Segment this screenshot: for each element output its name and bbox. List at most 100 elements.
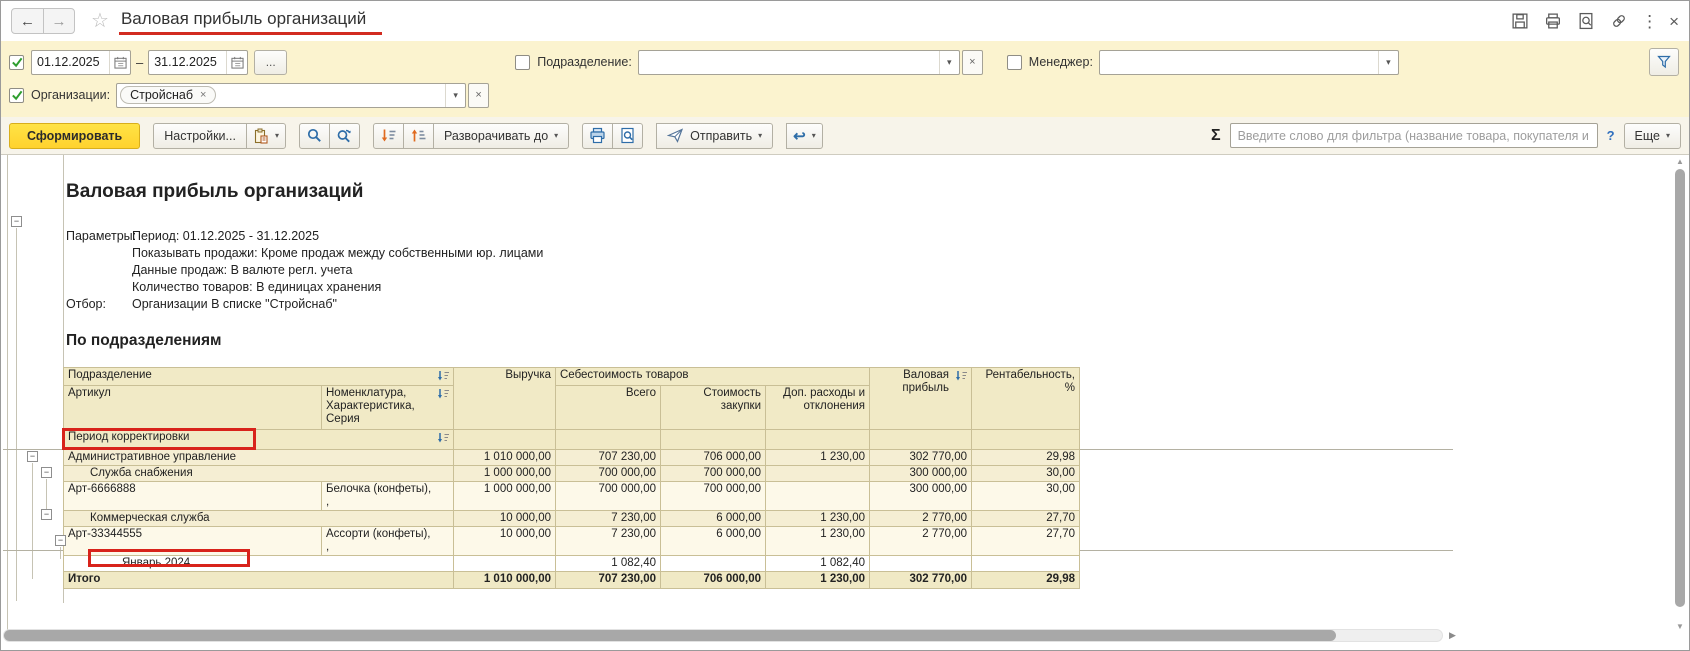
cell-purchase[interactable]: 706 000,00	[661, 572, 766, 589]
quick-filter-input[interactable]	[1230, 123, 1598, 148]
row-article[interactable]: Арт-6666888	[64, 482, 322, 511]
more-menu-icon[interactable]: ⋮	[1641, 13, 1658, 30]
sum-sigma-icon[interactable]: Σ	[1211, 127, 1221, 145]
cell-extra[interactable]	[766, 482, 870, 511]
settings-button[interactable]: Настройки...	[153, 123, 247, 149]
horizontal-scrollbar-thumb[interactable]	[4, 630, 1336, 641]
header-department[interactable]: Подразделение	[64, 368, 454, 386]
total-row[interactable]: Итого 1 010 000,00 707 230,00 706 000,00…	[64, 572, 1080, 589]
header-adjustment-period[interactable]: Период корректировки	[64, 430, 454, 450]
calendar-icon[interactable]	[109, 51, 130, 74]
print-button[interactable]	[582, 123, 613, 149]
cell-profitability[interactable]: 29,98	[972, 572, 1080, 589]
table-row[interactable]: Арт-33344555 Ассорти (конфеты), , 10 000…	[64, 527, 1080, 556]
collapse-group-button[interactable]: −	[41, 509, 52, 520]
scroll-up-icon[interactable]: ▲	[1674, 157, 1686, 166]
help-icon[interactable]: ?	[1607, 128, 1615, 143]
chevron-down-icon[interactable]: ▾	[939, 51, 959, 74]
cell-total[interactable]: 700 000,00	[556, 482, 661, 511]
date-from-input[interactable]	[32, 51, 109, 74]
vertical-scrollbar-thumb[interactable]	[1675, 169, 1685, 607]
print-preview-button[interactable]	[612, 123, 643, 149]
scroll-down-icon[interactable]: ▼	[1674, 622, 1686, 631]
generate-button[interactable]: Сформировать	[9, 123, 140, 149]
tag-remove-icon[interactable]: ×	[200, 89, 206, 101]
cell-profitability[interactable]: 27,70	[972, 511, 1080, 527]
date-to-input[interactable]	[149, 51, 226, 74]
forward-button[interactable]: →	[43, 9, 74, 33]
cell-profitability[interactable]: 30,00	[972, 482, 1080, 511]
table-row[interactable]: Административное управление 1 010 000,00…	[64, 450, 1080, 466]
cell-extra[interactable]: 1 230,00	[766, 450, 870, 466]
manager-input[interactable]	[1100, 51, 1378, 74]
header-article[interactable]: Артикул	[64, 386, 322, 430]
collapse-rows-button[interactable]	[403, 123, 434, 149]
cell-total[interactable]: 1 082,40	[556, 556, 661, 572]
manager-checkbox[interactable]	[1007, 55, 1022, 70]
cell-purchase[interactable]: 6 000,00	[661, 527, 766, 556]
cell-revenue[interactable]: 10 000,00	[454, 527, 556, 556]
sort-icon[interactable]	[437, 388, 450, 404]
cell-gross[interactable]: 300 000,00	[870, 482, 972, 511]
preview-icon[interactable]	[1575, 10, 1597, 32]
header-extra-costs[interactable]: Доп. расходы и отклонения	[766, 386, 870, 430]
cell-gross[interactable]: 2 770,00	[870, 527, 972, 556]
cell-nomenclature[interactable]: Белочка (конфеты), ,	[322, 482, 454, 511]
cell-nomenclature[interactable]: Ассорти (конфеты), ,	[322, 527, 454, 556]
save-icon[interactable]	[1509, 10, 1531, 32]
collapse-group-button[interactable]: −	[41, 467, 52, 478]
cell-total[interactable]: 7 230,00	[556, 511, 661, 527]
cell-revenue[interactable]: 1 000 000,00	[454, 466, 556, 482]
close-icon[interactable]: ×	[1669, 13, 1679, 30]
cell-extra[interactable]: 1 230,00	[766, 511, 870, 527]
cell-purchase[interactable]: 6 000,00	[661, 511, 766, 527]
cell-extra[interactable]: 1 230,00	[766, 527, 870, 556]
back-button[interactable]: ←	[12, 9, 43, 33]
expand-to-button[interactable]: Разворачивать до ▾	[433, 123, 569, 149]
chevron-down-icon[interactable]: ▾	[1378, 51, 1398, 74]
send-button[interactable]: Отправить ▾	[656, 123, 773, 149]
report-variants-button[interactable]: ▾	[246, 123, 286, 149]
return-button[interactable]: ↩ ▾	[786, 123, 823, 149]
header-purchase-cost[interactable]: Стоимость закупки	[661, 386, 766, 430]
cell-extra[interactable]: 1 082,40	[766, 556, 870, 572]
cell-profitability[interactable]: 27,70	[972, 527, 1080, 556]
cell-gross[interactable]	[870, 556, 972, 572]
cell-gross[interactable]: 300 000,00	[870, 466, 972, 482]
cell-revenue[interactable]: 1 000 000,00	[454, 482, 556, 511]
cell-purchase[interactable]	[661, 556, 766, 572]
cell-extra[interactable]	[766, 466, 870, 482]
print-icon[interactable]	[1542, 10, 1564, 32]
cell-profitability[interactable]	[972, 556, 1080, 572]
cell-revenue[interactable]: 1 010 000,00	[454, 572, 556, 589]
sort-icon[interactable]	[437, 432, 450, 448]
cell-total[interactable]: 707 230,00	[556, 450, 661, 466]
search-next-button[interactable]	[329, 123, 360, 149]
favorite-star-icon[interactable]: ☆	[91, 11, 109, 31]
cell-revenue[interactable]: 1 010 000,00	[454, 450, 556, 466]
period-checkbox[interactable]	[9, 55, 24, 70]
table-row[interactable]: Арт-6666888 Белочка (конфеты), , 1 000 0…	[64, 482, 1080, 511]
header-cost-group[interactable]: Себестоимость товаров	[556, 368, 870, 386]
row-name[interactable]: Итого	[64, 572, 454, 589]
cell-purchase[interactable]: 700 000,00	[661, 482, 766, 511]
cell-extra[interactable]: 1 230,00	[766, 572, 870, 589]
expand-rows-button[interactable]	[373, 123, 404, 149]
cell-total[interactable]: 7 230,00	[556, 527, 661, 556]
department-checkbox[interactable]	[515, 55, 530, 70]
cell-revenue[interactable]	[454, 556, 556, 572]
cell-total[interactable]: 700 000,00	[556, 466, 661, 482]
sort-icon[interactable]	[437, 370, 450, 386]
row-article[interactable]: Арт-33344555	[64, 527, 322, 556]
row-name[interactable]: Административное управление	[64, 450, 454, 466]
chevron-down-icon[interactable]: ▾	[445, 84, 465, 107]
department-clear-button[interactable]: ×	[962, 50, 983, 75]
organizations-clear-button[interactable]: ×	[468, 83, 489, 108]
calendar-icon[interactable]	[226, 51, 247, 74]
table-row[interactable]: Коммерческая служба 10 000,00 7 230,00 6…	[64, 511, 1080, 527]
collapse-report-button[interactable]: −	[11, 216, 22, 227]
organizations-field[interactable]: Стройснаб × ▾	[116, 83, 466, 108]
cell-gross[interactable]: 302 770,00	[870, 572, 972, 589]
header-cost-total[interactable]: Всего	[556, 386, 661, 430]
more-button[interactable]: Еще ▾	[1624, 123, 1681, 149]
